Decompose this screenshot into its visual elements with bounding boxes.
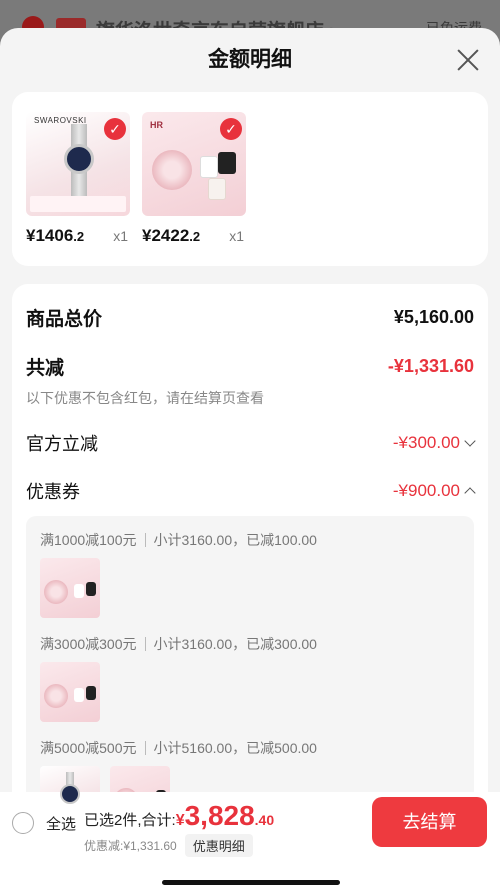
products-card: SWAROVSKI ✓ ¥1406.2 x1 HR ✓ ¥2422.2 x1	[12, 92, 488, 266]
total-amount: 3,828	[184, 800, 255, 831]
discount-line: 优惠减:¥1,331.60 优惠明细	[84, 834, 253, 857]
jar-graphic	[208, 178, 226, 200]
selected-summary: 已选2件,合计: ¥ 3,828 .40	[84, 800, 274, 832]
product-brand: HR	[150, 120, 163, 130]
discount-note: 以下优惠不包含红包，请在结算页查看	[26, 390, 264, 406]
radio-icon[interactable]	[12, 812, 34, 834]
jar-graphic	[218, 152, 236, 174]
chevron-up-icon[interactable]	[464, 487, 476, 499]
sheet-header: 金额明细	[0, 28, 500, 92]
coupon-product-image[interactable]	[40, 662, 100, 722]
selected-count-text: 已选2件,合计:	[84, 812, 176, 829]
goods-total-row: 商品总价 ¥5,160.00	[26, 284, 474, 331]
check-icon[interactable]: ✓	[104, 118, 126, 140]
coupon-detail: 小计3160.00，已减300.00	[153, 636, 317, 652]
product-price: ¥2422.2	[142, 226, 201, 245]
discount-detail-button[interactable]: 优惠明细	[184, 834, 253, 857]
official-discount-row[interactable]: 官方立减 -¥300.00	[26, 430, 476, 456]
divider	[144, 637, 146, 651]
check-icon[interactable]: ✓	[220, 118, 242, 140]
coupon-row[interactable]: 优惠券 -¥900.00	[26, 478, 476, 504]
coupon-detail: 小计3160.00，已减100.00	[153, 532, 317, 548]
jar-graphic	[200, 156, 218, 178]
discount-total-label: 共减	[26, 358, 65, 379]
jar-graphic	[86, 686, 96, 700]
coupon-amount: -¥900.00	[392, 481, 460, 500]
official-discount-label: 官方立减	[26, 434, 98, 454]
total-amount-decimal: .40	[254, 812, 275, 828]
currency-symbol: ¥	[175, 812, 185, 829]
coupon-product-image[interactable]	[40, 558, 100, 618]
coupon-detail: 小计5160.00，已减500.00	[153, 740, 317, 756]
discount-total-row: 共减 -¥1,331.60	[26, 353, 474, 380]
goods-total-amount: ¥5,160.00	[393, 307, 474, 327]
coupon-detail-panel: 满1000减100元 小计3160.00，已减100.00 满3000减300元…	[26, 516, 474, 836]
product-qty: x1	[229, 228, 244, 244]
sheet-title: 金额明细	[208, 48, 292, 71]
promo-strip	[30, 196, 126, 212]
cream-graphic	[44, 580, 68, 604]
coupon-rule: 满5000减500元	[40, 740, 137, 756]
divider	[144, 741, 146, 755]
official-discount-amount: -¥300.00	[392, 433, 460, 452]
select-all-toggle[interactable]: 全选	[12, 812, 76, 834]
jar-graphic	[86, 582, 96, 596]
jar-graphic	[74, 688, 84, 702]
product-image[interactable]: SWAROVSKI ✓	[26, 112, 130, 216]
select-all-label: 全选	[46, 815, 77, 833]
coupon-label: 优惠券	[26, 482, 80, 502]
cream-graphic	[44, 684, 68, 708]
home-indicator[interactable]	[162, 880, 340, 885]
close-icon[interactable]	[456, 48, 480, 72]
jar-graphic	[74, 584, 84, 598]
discount-summary: 优惠减:¥1,331.60	[84, 839, 177, 853]
goods-total-label: 商品总价	[26, 309, 103, 330]
cream-graphic	[152, 150, 192, 190]
amount-detail-sheet: 金额明细 SWAROVSKI ✓ ¥1406.2 x1 HR ✓ ¥2422.2…	[0, 28, 500, 896]
watch-face-graphic	[60, 784, 80, 804]
coupon-rule: 满1000减100元	[40, 532, 137, 548]
chevron-down-icon[interactable]	[464, 435, 476, 447]
divider	[144, 533, 146, 547]
coupon-products	[40, 558, 460, 618]
product-qty: x1	[113, 228, 128, 244]
coupon-rule-line: 满5000减500元 小计5160.00，已减500.00	[40, 738, 460, 758]
checkout-button[interactable]: 去结算	[372, 797, 487, 847]
coupon-rule: 满3000减300元	[40, 636, 137, 652]
discount-total-amount: -¥1,331.60	[387, 356, 474, 376]
watch-face-graphic	[64, 144, 94, 174]
product-item[interactable]: HR ✓ ¥2422.2 x1	[142, 112, 246, 266]
product-price: ¥1406.2	[26, 226, 85, 245]
product-item[interactable]: SWAROVSKI ✓ ¥1406.2 x1	[26, 112, 130, 266]
coupon-rule-line: 满1000减100元 小计3160.00，已减100.00	[40, 530, 460, 550]
coupon-products	[40, 662, 460, 722]
product-image[interactable]: HR ✓	[142, 112, 246, 216]
coupon-rule-line: 满3000减300元 小计3160.00，已减300.00	[40, 634, 460, 654]
